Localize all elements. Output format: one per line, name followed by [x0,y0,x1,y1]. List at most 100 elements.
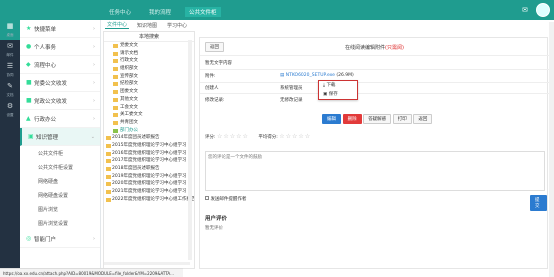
chevron-icon: › [93,79,95,86]
tree-node-selected[interactable]: 部门办公 [104,127,194,135]
qa-button[interactable]: 答疑解惑 [363,114,392,124]
sidebar-item-personal[interactable]: ● 个人事务 › [20,38,100,56]
notify-row: 发送邮件提醒作者 [205,196,246,202]
sidebar-item-gov-docs[interactable]: ■ 党政公文收发 › [20,92,100,110]
chevron-icon: › [93,115,95,122]
page-scrollbar[interactable] [549,22,554,277]
tab-file-center[interactable]: 文件中心 [105,21,130,29]
submit-button[interactable]: 提交 [530,195,547,211]
top-bar: 任务中心 我的流程 公共文件柜 ✉ [0,0,554,20]
tree-node[interactable]: 工会文文 [104,104,194,112]
tree-node[interactable]: 宣传部文 [104,73,194,81]
tab-learning-center[interactable]: 学习中心 [165,22,189,29]
flow-icon: ◆ [26,61,31,68]
tree-node[interactable]: 2020年度党组织理论学习中心组学习 [104,180,194,188]
tree-node[interactable]: 其他文文 [104,96,194,104]
rating-stars[interactable]: ☆☆☆☆☆ [217,133,249,140]
notify-checkbox[interactable] [205,196,209,200]
modify-value: 无修改记录 [280,98,303,103]
tree-node[interactable]: 2019年度党组织理论学习中心组学习 [104,173,194,181]
tree-node[interactable]: 团委文文 [104,88,194,96]
tree-node[interactable]: 2022年度党组织理论学习中心组工作报告 [104,196,194,204]
menu-icon: ☰ [6,62,14,70]
sidebar-sub-netdisk[interactable]: 网络硬盘 [20,174,100,188]
tree-node[interactable]: 2014年度团员述职报告 [104,134,194,142]
star-icon: ★ [26,25,32,32]
tab-public-cabinet[interactable]: 公共文件柜 [185,7,221,17]
sidebar-sub-netdisk-settings[interactable]: 网络硬盘设置 [20,188,100,202]
rail-docs[interactable]: ✎ 文档 [0,80,20,100]
rail-mail[interactable]: ✉ 邮件 [0,40,20,60]
attachment-link[interactable]: ▤ NTKO6020_SETUP.exe (26.9M) [280,73,354,78]
user-eval-heading: 用户评价 [205,216,228,222]
desktop-icon: ▦ [6,22,14,30]
tab-my-workflow[interactable]: 我的流程 [145,7,175,17]
print-button[interactable]: 打印 [392,114,412,124]
status-bar-url: https://oa.xx.edu.cn/attach.php?AID=8001… [0,268,183,277]
rating-row: 评分: ☆☆☆☆☆ 平均得分: ☆☆☆☆☆ [205,133,312,140]
avatar[interactable] [536,3,550,17]
doc-icon: ■ [26,97,32,104]
average-stars: ☆☆☆☆☆ [279,133,312,140]
message-icon[interactable]: ✉ [522,6,530,14]
user-icon: ● [26,43,32,50]
tab-task-center[interactable]: 任务中心 [105,7,135,17]
sidebar-item-admin[interactable]: ▲ 行政办公 › [20,110,100,128]
tree-node[interactable]: 2017年度党组织理论学习中心组学习 [104,157,194,165]
portal-icon: ◎ [26,235,32,242]
chevron-icon: › [93,43,95,50]
rail-collab[interactable]: ☰ 协同 [0,60,20,80]
chevron-icon: › [93,97,95,104]
attach-label: 附件: [205,74,216,79]
doc-icon: ■ [26,79,32,86]
return-button[interactable]: 返回 [413,114,433,124]
sidebar-sub-public-cabinet[interactable]: 公共文件柜 [20,146,100,160]
sidebar-sub-cabinet-settings[interactable]: 公共文件柜设置 [20,160,100,174]
mail-icon: ✉ [7,42,13,50]
tree-node[interactable]: 纪检部文 [104,80,194,88]
save-icon: ▣ [323,92,328,97]
chevron-icon: › [93,25,95,32]
tree-node[interactable]: 2016年度党组织理论学习中心组学习 [104,150,194,158]
tree-node[interactable]: 共青团文 [104,119,194,127]
tab-knowledge-map[interactable]: 知识地图 [135,22,159,29]
pen-icon: ✎ [7,82,13,90]
rail-settings[interactable]: ⚙ 设置 [0,100,20,120]
sub-tabs: 文件中心 知识地图 学习中心 [105,20,195,30]
tree-node[interactable]: 2015年度党组织理论学习中心组学习 [104,142,194,150]
tree-node[interactable]: 请示文档 [104,50,194,58]
download-icon: ⤓ [323,83,325,88]
tree-node[interactable]: 党委文文 [104,42,194,50]
sidebar-item-shortcut[interactable]: ★ 快捷菜单 › [20,20,100,38]
tree-node[interactable]: 关工委文文 [104,111,194,119]
tree-scrollbar[interactable] [188,40,192,260]
save-menu-item[interactable]: ▣ 保存 [319,90,357,99]
gear-icon: ⚙ [6,102,14,110]
no-eval-text: 暂无评价 [205,226,223,231]
tree-node[interactable]: 组织部文 [104,65,194,73]
attachment-menu: ⤓ 下载 ▣ 保存 [318,80,358,100]
chevron-icon: › [93,61,95,68]
rail-desktop[interactable]: ▦ 桌面 [0,20,20,40]
tree-node[interactable]: 2018年度团员述职报告 [104,165,194,173]
sidebar-sub-images[interactable]: 图片浏览 [20,202,100,216]
sidebar-sub-image-settings[interactable]: 图片浏览设置 [20,216,100,230]
sidebar-item-knowledge[interactable]: ▣ 知识管理 ⌄ [20,128,100,146]
briefcase-icon: ▲ [26,115,31,122]
comment-textarea[interactable] [205,151,545,191]
edit-button[interactable]: 编辑 [322,114,341,124]
file-icon: ▤ [280,73,285,78]
chevron-icon: › [93,235,95,242]
sidebar-item-portal[interactable]: ◎ 智能门户 › [20,230,100,248]
sidebar-item-workflow[interactable]: ◆ 流程中心 › [20,56,100,74]
tree-hscrollbar[interactable] [104,262,190,265]
book-icon: ▣ [28,133,34,140]
tree-node[interactable]: 行政文文 [104,57,194,65]
download-menu-item[interactable]: ⤓ 下载 [319,81,357,90]
attachment-panel: 返回 在线阅读编辑附件(只需阅) 暂无文字内容 附件: ▤ NTKO6020_S… [199,37,549,269]
sidebar: ★ 快捷菜单 › ● 个人事务 › ◆ 流程中心 › ■ 党委公文收发 › ■ 党政公文收发 › ▲… [20,20,101,277]
tree-node[interactable]: 2021年度党组织理论学习中心组学习 [104,188,194,196]
top-tabs: 任务中心 我的流程 公共文件柜 [105,7,231,17]
sidebar-item-party-docs[interactable]: ■ 党委公文收发 › [20,74,100,92]
delete-button[interactable]: 删除 [342,114,362,124]
